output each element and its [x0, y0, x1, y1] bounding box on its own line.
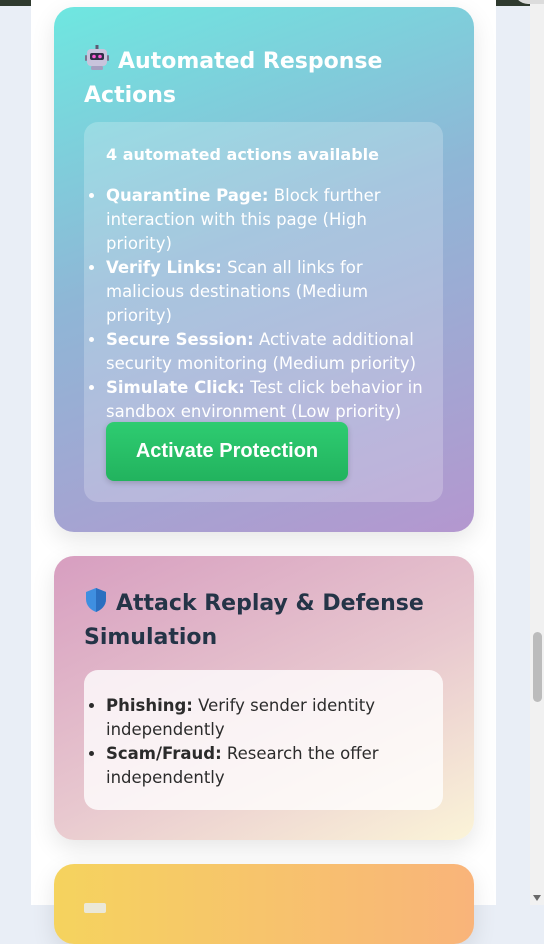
- actions-summary: 4 automated actions available: [106, 145, 379, 164]
- defense-tips-list: Phishing: Verify sender identity indepen…: [84, 694, 426, 790]
- list-item: Simulate Click: Test click behavior in s…: [106, 376, 436, 424]
- tip-label: Scam/Fraud:: [106, 744, 222, 763]
- list-item: Verify Links: Scan all links for malicio…: [106, 256, 436, 328]
- activate-protection-button[interactable]: Activate Protection: [106, 422, 348, 481]
- list-item: Scam/Fraud: Research the offer independe…: [106, 742, 426, 790]
- next-section-card: [54, 864, 474, 944]
- attack-replay-title: Attack Replay & Defense Simulation: [84, 591, 424, 650]
- scroll-down-arrow-icon[interactable]: [533, 895, 541, 901]
- vertical-scrollbar[interactable]: [530, 0, 544, 905]
- action-label: Verify Links:: [106, 258, 222, 277]
- action-label: Quarantine Page:: [106, 186, 269, 205]
- action-label: Simulate Click:: [106, 378, 245, 397]
- tip-label: Phishing:: [106, 696, 193, 715]
- automated-actions-heading: Automated Response Actions: [84, 45, 454, 111]
- chart-icon: [84, 898, 106, 917]
- actions-list: Quarantine Page: Block further interacti…: [84, 184, 436, 424]
- attack-replay-card: Attack Replay & Defense Simulation Phish…: [54, 556, 474, 840]
- attack-replay-panel: Phishing: Verify sender identity indepen…: [84, 670, 443, 810]
- robot-icon: [84, 45, 110, 80]
- automated-actions-panel: 4 automated actions available Quarantine…: [84, 122, 443, 502]
- automated-actions-card: Automated Response Actions 4 automated a…: [54, 7, 474, 532]
- action-label: Secure Session:: [106, 330, 254, 349]
- list-item: Secure Session: Activate additional secu…: [106, 328, 436, 376]
- shield-icon: [84, 587, 108, 622]
- scrollbar-thumb[interactable]: [533, 632, 542, 702]
- list-item: Quarantine Page: Block further interacti…: [106, 184, 436, 256]
- attack-replay-heading: Attack Replay & Defense Simulation: [84, 587, 454, 653]
- list-item: Phishing: Verify sender identity indepen…: [106, 694, 426, 742]
- automated-actions-title: Automated Response Actions: [84, 49, 383, 108]
